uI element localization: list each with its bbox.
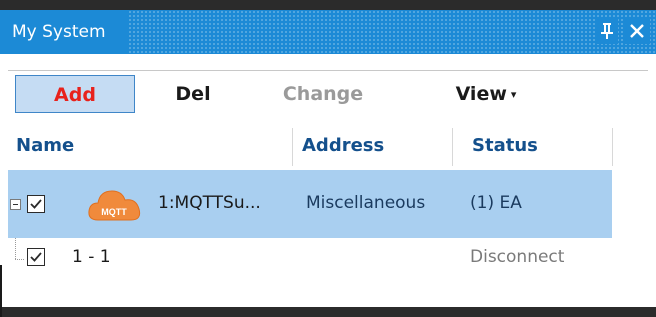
tree-row-selected[interactable]: MQTT 1:MQTTSu... Miscellaneous (1) EA: [8, 170, 612, 238]
column-divider[interactable]: [452, 128, 453, 166]
view-button-label: View: [455, 83, 507, 105]
delete-button[interactable]: Del: [148, 75, 238, 113]
panel-titlebar[interactable]: My System: [0, 10, 656, 54]
row-name: 1:MQTTSu...: [158, 193, 261, 213]
mqtt-icon-label: MQTT: [101, 207, 127, 217]
change-button[interactable]: Change: [268, 75, 378, 113]
add-button[interactable]: Add: [15, 75, 135, 113]
my-system-panel: My System Add Del Change View ▾ Name Addr…: [0, 10, 656, 317]
column-header-row: Name Address Status: [8, 128, 613, 166]
row-status: Disconnect: [470, 247, 565, 267]
row-checkbox[interactable]: [27, 195, 45, 213]
panel-left-border: [0, 265, 2, 317]
row-checkbox[interactable]: [27, 248, 45, 266]
mqtt-cloud-icon: MQTT: [88, 190, 141, 221]
column-header-name[interactable]: Name: [16, 128, 74, 164]
column-divider[interactable]: [612, 128, 613, 166]
column-divider[interactable]: [292, 128, 293, 166]
row-status: (1) EA: [470, 193, 522, 213]
row-name: 1 - 1: [72, 247, 111, 267]
pin-icon[interactable]: [596, 18, 618, 44]
tree-row-child[interactable]: 1 - 1 Disconnect: [8, 240, 612, 274]
panel-title: My System: [12, 22, 106, 42]
column-header-status[interactable]: Status: [472, 128, 538, 164]
row-address: Miscellaneous: [306, 193, 426, 213]
view-dropdown-button[interactable]: View ▾: [436, 75, 536, 113]
column-header-address[interactable]: Address: [302, 128, 384, 164]
close-icon[interactable]: [624, 18, 650, 44]
chevron-down-icon: ▾: [510, 88, 517, 101]
collapse-toggle-icon[interactable]: [10, 199, 21, 210]
toolbar: Add Del Change View ▾: [8, 70, 648, 117]
